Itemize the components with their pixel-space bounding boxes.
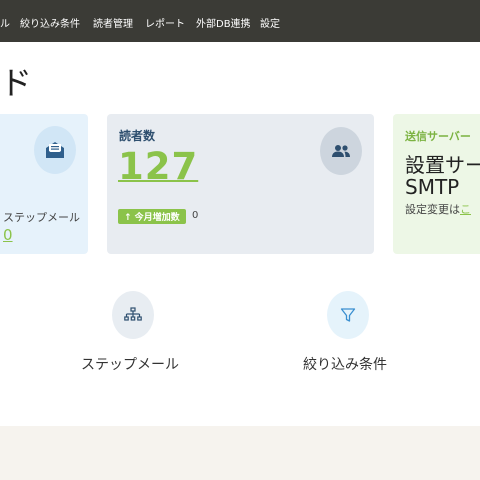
server-change-note-text: 設定変更は [405, 203, 460, 216]
nav-item-filter-conditions[interactable]: 絞り込み条件 [20, 15, 80, 30]
nav-item-report[interactable]: レポート [145, 15, 185, 30]
nav-item-reader-management[interactable]: 読者管理 [93, 15, 133, 30]
readers-count-link[interactable]: 127 [118, 145, 198, 188]
step-mail-count-link[interactable]: 0 [3, 226, 13, 244]
envelope-icon [34, 126, 76, 174]
month-increase-count: 0 [192, 210, 199, 221]
server-change-link[interactable]: こ [460, 203, 471, 216]
server-smtp-text: SMTP [405, 175, 460, 199]
server-change-note: 設定変更はこ [405, 201, 471, 217]
nav-item-step-mail[interactable]: ル [0, 15, 10, 30]
step-mail-shortcut-label[interactable]: ステップメール [81, 354, 179, 374]
page-title: ド [0, 64, 33, 102]
step-mail-label: ステップメール [3, 211, 80, 224]
nav-item-settings[interactable]: 設定 [260, 15, 280, 30]
filter-icon[interactable] [327, 291, 369, 339]
readers-card-title: 読者数 [119, 129, 156, 143]
sitemap-icon[interactable] [112, 291, 154, 339]
top-navigation-bar: ル 絞り込み条件 読者管理 レポート 外部DB連携 設定 [0, 0, 480, 42]
people-icon [320, 127, 362, 175]
server-setting-text: 設置サー [405, 153, 480, 177]
filter-conditions-shortcut-label[interactable]: 絞り込み条件 [303, 354, 387, 374]
month-increase-badge: ↑ 今月増加数 [118, 209, 186, 224]
nav-item-external-db[interactable]: 外部DB連携 [196, 15, 251, 30]
send-server-title: 送信サーバー [405, 130, 471, 143]
footer-band [0, 426, 480, 480]
